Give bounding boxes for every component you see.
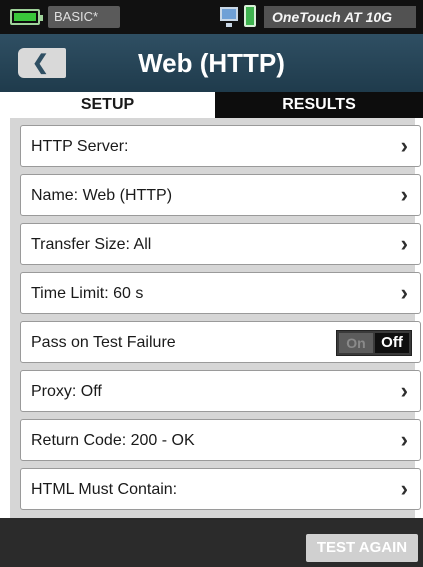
device-name: OneTouch AT 10G	[264, 6, 416, 28]
setting-http-server[interactable]: HTTP Server: ›	[20, 125, 421, 167]
setting-label: HTML Must Contain:	[31, 481, 178, 498]
status-icons[interactable]	[220, 5, 262, 29]
phone-icon	[244, 5, 256, 27]
setting-name[interactable]: Name: Web (HTTP) ›	[20, 174, 421, 216]
tab-bar: SETUP RESULTS	[0, 92, 423, 118]
toggle-off-option[interactable]: Off	[375, 333, 409, 353]
chevron-right-icon: ›	[400, 231, 408, 256]
page-title: Web (HTTP)	[138, 48, 285, 78]
tab-setup[interactable]: SETUP	[0, 92, 215, 118]
chevron-right-icon: ›	[400, 476, 408, 501]
chevron-right-icon: ›	[400, 133, 408, 158]
footer-bar: TEST AGAIN	[0, 518, 423, 567]
setting-pass-on-test-failure: Pass on Test Failure On Off	[20, 321, 421, 363]
setting-label: Transfer Size: All	[31, 236, 152, 253]
setting-transfer-size[interactable]: Transfer Size: All ›	[20, 223, 421, 265]
setting-label: Time Limit: 60 s	[31, 285, 144, 302]
setting-label: Return Code: 200 - OK	[31, 432, 195, 449]
setting-time-limit[interactable]: Time Limit: 60 s ›	[20, 272, 421, 314]
toggle-on-option[interactable]: On	[339, 333, 373, 353]
monitor-icon	[220, 7, 238, 27]
setup-panel: HTTP Server: › Name: Web (HTTP) › Transf…	[0, 118, 423, 518]
setting-label: Proxy: Off	[31, 383, 102, 400]
tab-results[interactable]: RESULTS	[215, 92, 423, 118]
settings-list: HTTP Server: › Name: Web (HTTP) › Transf…	[10, 118, 421, 518]
setting-label: Pass on Test Failure	[31, 334, 176, 351]
setting-label: Name: Web (HTTP)	[31, 187, 173, 204]
chevron-right-icon: ›	[400, 427, 408, 452]
setting-label: HTTP Server:	[31, 138, 129, 155]
status-bar: BASIC* OneTouch AT 10G	[0, 0, 423, 34]
chevron-right-icon: ›	[400, 182, 408, 207]
test-again-button[interactable]: TEST AGAIN	[306, 534, 418, 562]
header: ❮ Web (HTTP)	[0, 34, 423, 92]
battery-icon	[10, 9, 43, 25]
pass-on-failure-toggle[interactable]: On Off	[336, 330, 412, 356]
setting-return-code[interactable]: Return Code: 200 - OK ›	[20, 419, 421, 461]
chevron-right-icon: ›	[400, 378, 408, 403]
app-window: BASIC* OneTouch AT 10G ❮ Web (HTTP) SETU…	[0, 0, 423, 567]
chevron-right-icon: ›	[400, 280, 408, 305]
setting-proxy[interactable]: Proxy: Off ›	[20, 370, 421, 412]
setting-html-must-contain[interactable]: HTML Must Contain: ›	[20, 468, 421, 510]
mode-label[interactable]: BASIC*	[48, 6, 120, 28]
